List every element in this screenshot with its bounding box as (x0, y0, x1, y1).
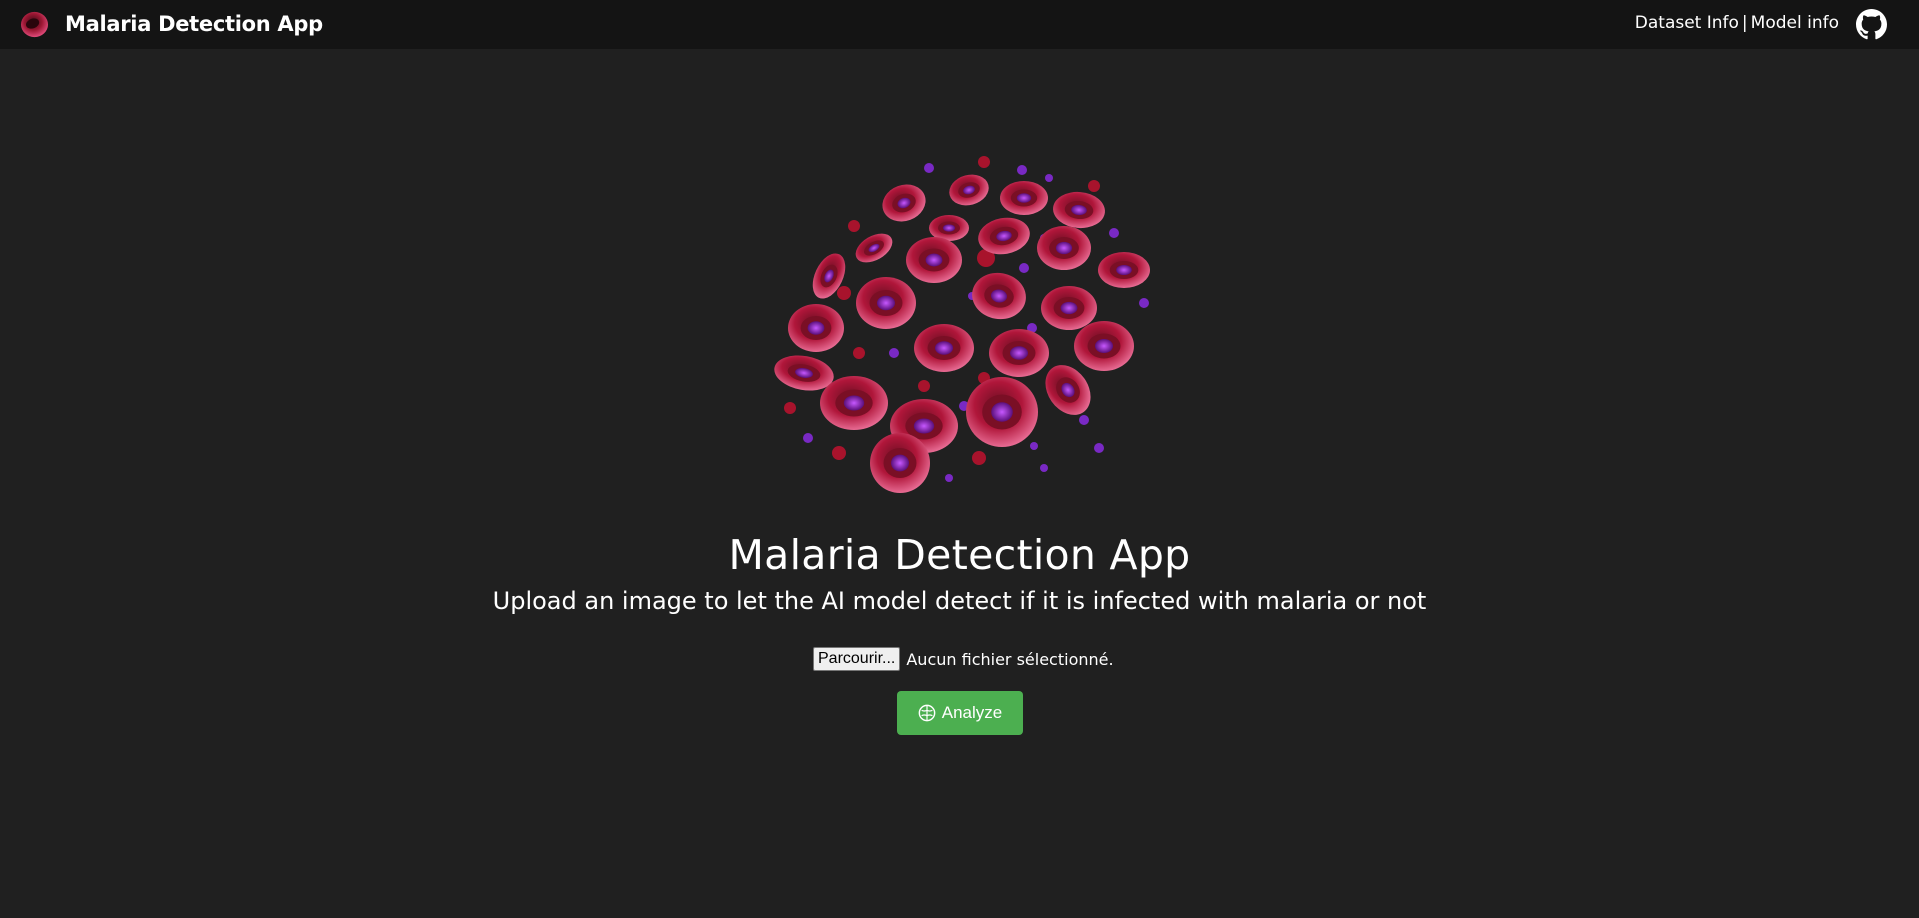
blood-cell (914, 324, 974, 372)
small-cell (1109, 228, 1119, 238)
small-cell (837, 286, 851, 300)
small-cell (803, 433, 813, 443)
small-cell (1094, 443, 1104, 453)
small-cell (848, 220, 860, 232)
small-cell (1030, 442, 1038, 450)
small-cell (784, 402, 796, 414)
page-title: Malaria Detection App (728, 531, 1191, 579)
small-cell (1017, 165, 1027, 175)
blood-cell (870, 433, 930, 493)
file-status-text: Aucun fichier sélectionné. (906, 649, 1114, 669)
blood-cell (1074, 321, 1134, 371)
blood-cell (1037, 226, 1091, 270)
blood-cell (856, 277, 916, 329)
small-cell (1040, 464, 1048, 472)
model-info-link[interactable]: Model info (1751, 13, 1839, 33)
blood-cell (1053, 191, 1105, 229)
analyze-button-label: Analyze (941, 703, 1003, 722)
dataset-info-link[interactable]: Dataset Info (1635, 13, 1739, 33)
blood-cell (972, 272, 1026, 320)
small-cell (924, 163, 934, 173)
small-cell (853, 347, 865, 359)
small-cell (1088, 180, 1100, 192)
nav-links: Dataset Info | Model info (1635, 11, 1839, 35)
blood-cell (949, 174, 989, 206)
small-cell (832, 446, 846, 460)
blood-cell (966, 377, 1038, 447)
app-brand-title[interactable]: Malaria Detection App (65, 10, 323, 39)
small-cell (1139, 298, 1149, 308)
small-cell (1079, 415, 1089, 425)
page-subtitle: Upload an image to let the AI model dete… (492, 587, 1427, 615)
blood-cell (855, 233, 893, 263)
small-cell (972, 451, 986, 465)
blood-cell (1098, 252, 1150, 288)
small-cell (945, 474, 953, 482)
browse-file-button[interactable]: Parcourir... (813, 647, 901, 671)
small-cell (918, 380, 930, 392)
blood-cell (1000, 181, 1048, 215)
analyze-button[interactable]: Analyze (897, 691, 1023, 735)
navbar: Malaria Detection App Dataset Info | Model… (0, 0, 1919, 49)
small-cell (978, 156, 990, 168)
small-cell (889, 348, 899, 358)
github-icon[interactable] (1856, 9, 1887, 40)
blood-cell (882, 184, 926, 222)
nav-separator: | (1741, 13, 1748, 33)
blood-cell (906, 237, 962, 283)
brain-icon (918, 704, 936, 722)
small-cell (1045, 174, 1053, 182)
file-upload: Parcourir... Aucun fichier sélectionné. (813, 647, 1114, 671)
blood-cells-illustration-icon (774, 156, 1150, 493)
blood-cell (989, 329, 1049, 377)
blood-cell (820, 376, 888, 430)
blood-cell (788, 304, 844, 352)
blood-cell (1041, 286, 1097, 330)
red-blood-cell-logo-icon[interactable] (20, 10, 49, 39)
small-cell (1019, 263, 1029, 273)
